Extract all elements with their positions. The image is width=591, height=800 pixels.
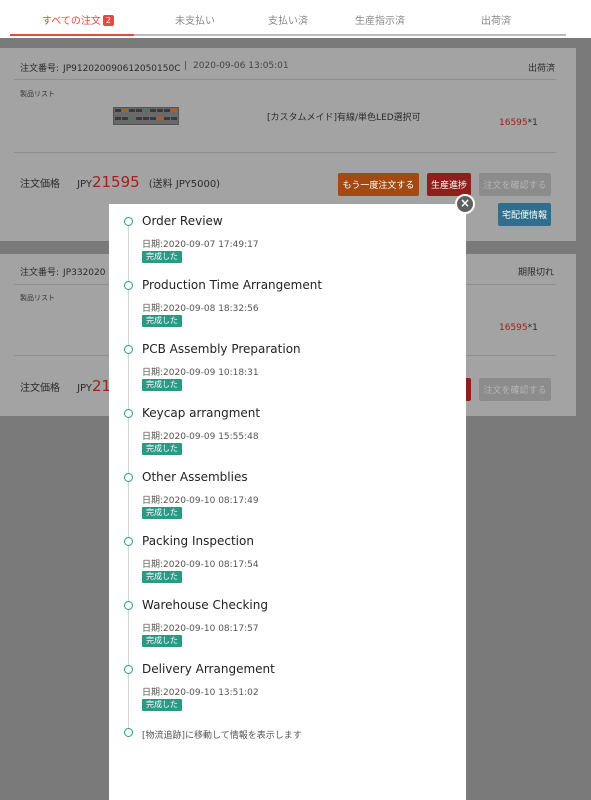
step-status-badge: 完成した [142,443,182,455]
product-name[interactable]: [カスタムメイド]有線/単色LED選択可 [267,110,421,123]
order-total: 注文価格 JPY21 [20,377,112,395]
product-price: 16595*1 [499,323,538,333]
tab-paid[interactable]: 支払い済 [268,12,308,27]
divider [14,152,556,153]
step-status-badge: 完成した [142,507,182,519]
order-number: 注文番号: JP332020 [20,268,106,278]
step-status-badge: 完成した [142,635,182,647]
step-title: Warehouse Checking [142,598,268,612]
step-title: Keycap arrangment [142,406,261,420]
step-date: 日期:2020-09-08 18:32:56 [142,304,259,314]
step-circle-icon [124,345,133,354]
step-circle-icon [124,473,133,482]
step-date: 日期:2020-09-10 13:51:02 [142,688,259,698]
tab-production-ordered[interactable]: 生産指示済 [355,12,405,27]
step-status-badge: 完成した [142,251,182,263]
tab-count-badge: 2 [102,15,114,26]
reorder-button[interactable]: もう一度注文する [338,173,419,196]
step-status-badge: 完成した [142,315,182,327]
step-circle-icon [124,281,133,290]
product-list-label: 製品リスト [20,294,55,302]
product-price: 16595*1 [499,118,538,128]
step-title: Other Assemblies [142,470,248,484]
logistics-tracking-note[interactable]: [物流追跡]に移動して情報を表示します [142,728,302,741]
order-status: 出荷済 [528,64,556,74]
step-status-badge: 完成した [142,571,182,583]
step-circle-icon [124,728,133,737]
step-circle-icon [124,537,133,546]
step-circle-icon [124,665,133,674]
tab-unpaid[interactable]: 未支払い [175,12,215,27]
step-title: Packing Inspection [142,534,254,548]
step-date: 日期:2020-09-07 17:49:17 [142,240,259,250]
step-date: 日期:2020-09-10 08:17:57 [142,624,259,634]
order-total: 注文価格 JPY21595 (送料 JPY5000) [20,173,221,191]
step-circle-icon [124,601,133,610]
confirm-order-button[interactable]: 注文を確認する [479,173,551,196]
confirm-order-button[interactable]: 注文を確認する [479,378,551,401]
order-tabs: すべての注文 2 未支払い 支払い済 生産指示済 出荷済 [0,0,591,38]
step-title: Order Review [142,214,223,228]
product-list-label: 製品リスト [20,90,55,98]
step-circle-icon [124,409,133,418]
order-number: 注文番号: JP912020090612050150C [20,64,181,74]
step-date: 日期:2020-09-10 08:17:54 [142,560,259,570]
step-circle-icon [124,217,133,226]
divider [14,79,556,80]
order-date: | 2020-09-06 13:05:01 [184,61,289,71]
product-thumbnail[interactable] [113,107,179,125]
tab-active-indicator [10,34,134,36]
tab-all-orders[interactable]: すべての注文 2 [42,12,114,27]
order-status: 期限切れ [518,268,555,278]
step-date: 日期:2020-09-09 15:55:48 [142,432,259,442]
production-progress-modal: Order Review 日期:2020-09-07 17:49:17 完成した… [109,204,466,800]
step-title: Production Time Arrangement [142,278,323,292]
tab-shipped[interactable]: 出荷済 [481,12,511,27]
step-title: Delivery Arrangement [142,662,275,676]
step-status-badge: 完成した [142,379,182,391]
tab-all-orders-label: すべての注文 [42,16,101,27]
close-icon[interactable]: × [455,194,475,214]
step-status-badge: 完成した [142,699,182,711]
step-title: PCB Assembly Preparation [142,342,301,356]
production-progress-button[interactable]: 生産進捗 [427,173,471,196]
step-date: 日期:2020-09-09 10:18:31 [142,368,259,378]
step-date: 日期:2020-09-10 08:17:49 [142,496,259,506]
delivery-info-button[interactable]: 宅配便情報 [498,203,551,226]
